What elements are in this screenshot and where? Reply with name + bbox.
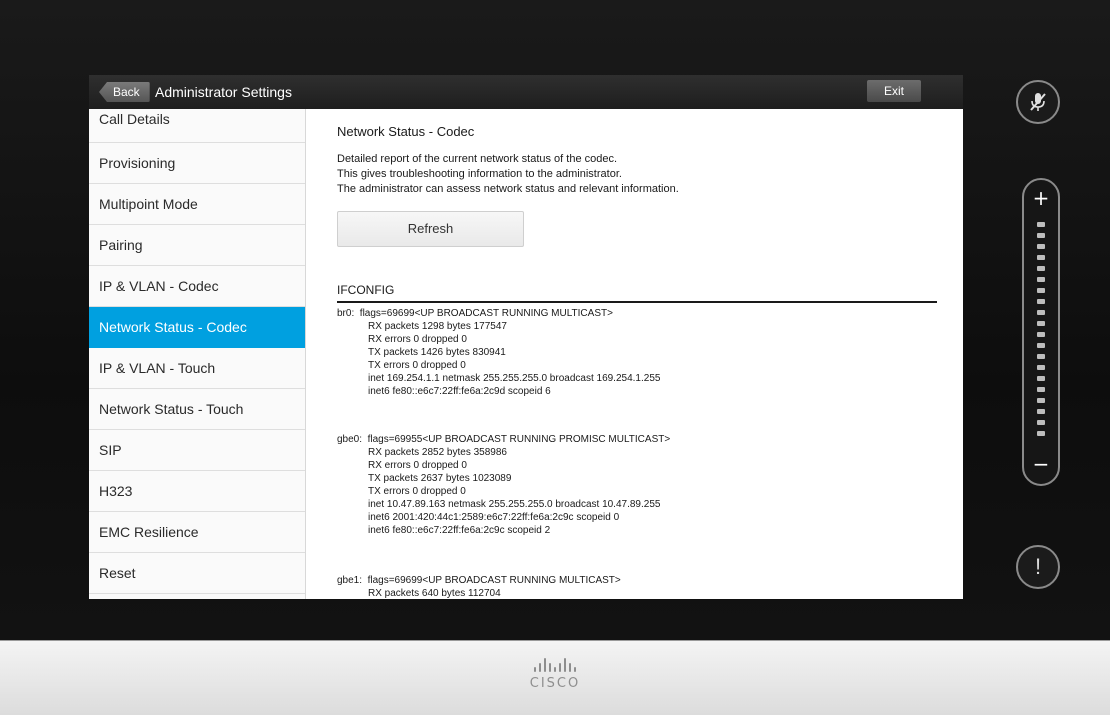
description-line: This gives troubleshooting information t… — [337, 168, 622, 180]
interface-line: RX errors 0 dropped 0 — [368, 334, 467, 345]
back-button[interactable]: Back — [99, 82, 150, 102]
interface-block-gbe1: gbe1: flags=69699<UP BROADCAST RUNNING M… — [337, 574, 937, 599]
sidebar-item-ip-vlan-codec[interactable]: IP & VLAN - Codec — [89, 266, 305, 307]
page-title: Network Status - Codec — [337, 124, 475, 139]
microphone-muted-icon — [1030, 93, 1046, 111]
sidebar-item-provisioning[interactable]: Provisioning — [89, 143, 305, 184]
description-line: The administrator can assess network sta… — [337, 183, 679, 195]
sidebar-item-call-details[interactable]: Call Details — [89, 109, 305, 143]
interface-flags: flags=69699<UP BROADCAST RUNNING MULTICA… — [359, 308, 613, 319]
interface-line: TX errors 0 dropped 0 — [368, 360, 466, 371]
sidebar-item-reset[interactable]: Reset — [89, 553, 305, 594]
interface-line: inet6 fe80::e6c7:22ff:fe6a:2c9d scopeid … — [368, 386, 551, 397]
volume-down-icon[interactable]: − — [1024, 452, 1058, 476]
description: Detailed report of the current network s… — [337, 152, 679, 197]
volume-level-ticks — [1037, 222, 1045, 444]
section-heading-ifconfig: IFCONFIG — [337, 283, 937, 303]
interface-line: RX packets 640 bytes 112704 — [368, 588, 501, 599]
interface-flags: flags=69699<UP BROADCAST RUNNING MULTICA… — [367, 575, 621, 586]
interface-line: TX packets 2637 bytes 1023089 — [368, 473, 512, 484]
window-title: Administrator Settings — [155, 84, 292, 100]
exit-button[interactable]: Exit — [867, 80, 921, 102]
volume-up-icon[interactable]: + — [1024, 186, 1058, 210]
interface-line: inet 169.254.1.1 netmask 255.255.255.0 b… — [368, 373, 661, 384]
interface-flags: flags=69955<UP BROADCAST RUNNING PROMISC… — [367, 434, 671, 445]
admin-settings-window: Back Administrator Settings Exit Call De… — [89, 75, 963, 599]
interface-line: inet6 fe80::e6c7:22ff:fe6a:2c9c scopeid … — [368, 525, 551, 536]
sidebar-item-sip[interactable]: SIP — [89, 430, 305, 471]
interface-line: TX errors 0 dropped 0 — [368, 486, 466, 497]
interface-line: inet6 2001:420:44c1:2589:e6c7:22ff:fe6a:… — [368, 512, 620, 523]
interface-header: br0: flags=69699<UP BROADCAST RUNNING MU… — [337, 307, 937, 320]
sidebar-item-multipoint-mode[interactable]: Multipoint Mode — [89, 184, 305, 225]
cisco-bars-icon — [534, 658, 576, 672]
mute-button[interactable] — [1016, 80, 1060, 124]
interface-line: RX errors 0 dropped 0 — [368, 460, 467, 471]
sidebar-item-pairing[interactable]: Pairing — [89, 225, 305, 266]
sidebar-item-emc-resilience[interactable]: EMC Resilience — [89, 512, 305, 553]
cisco-logo: CISCO — [495, 658, 615, 698]
interface-name: gbe0: — [337, 434, 363, 445]
interface-name: br0: — [337, 308, 355, 319]
interface-block-br0: br0: flags=69699<UP BROADCAST RUNNING MU… — [337, 307, 937, 398]
sidebar-item-network-status-touch[interactable]: Network Status - Touch — [89, 389, 305, 430]
content-panel: Network Status - Codec Detailed report o… — [337, 109, 937, 599]
interface-header: gbe0: flags=69955<UP BROADCAST RUNNING P… — [337, 433, 937, 446]
interface-line: inet 10.47.89.163 netmask 255.255.255.0 … — [368, 499, 661, 510]
titlebar: Back Administrator Settings Exit — [89, 75, 963, 109]
cisco-wordmark: CISCO — [529, 676, 581, 691]
interface-line: RX packets 2852 bytes 358986 — [368, 447, 507, 458]
sidebar-item-h323[interactable]: H323 — [89, 471, 305, 512]
interface-line: TX packets 1426 bytes 830941 — [368, 347, 506, 358]
description-line: Detailed report of the current network s… — [337, 153, 618, 165]
interface-line: RX packets 1298 bytes 177547 — [368, 321, 507, 332]
volume-slider[interactable]: + − — [1022, 178, 1060, 486]
exclamation-icon: ! — [1034, 554, 1042, 579]
interface-block-gbe0: gbe0: flags=69955<UP BROADCAST RUNNING P… — [337, 433, 937, 537]
settings-sidebar: Call Details Provisioning Multipoint Mod… — [89, 109, 306, 599]
refresh-button[interactable]: Refresh — [337, 211, 524, 247]
interface-name: gbe1: — [337, 575, 363, 586]
interface-header: gbe1: flags=69699<UP BROADCAST RUNNING M… — [337, 574, 937, 587]
sidebar-item-ip-vlan-touch[interactable]: IP & VLAN - Touch — [89, 348, 305, 389]
alert-button[interactable]: ! — [1016, 545, 1060, 589]
sidebar-item-network-status-codec[interactable]: Network Status - Codec — [89, 307, 305, 348]
